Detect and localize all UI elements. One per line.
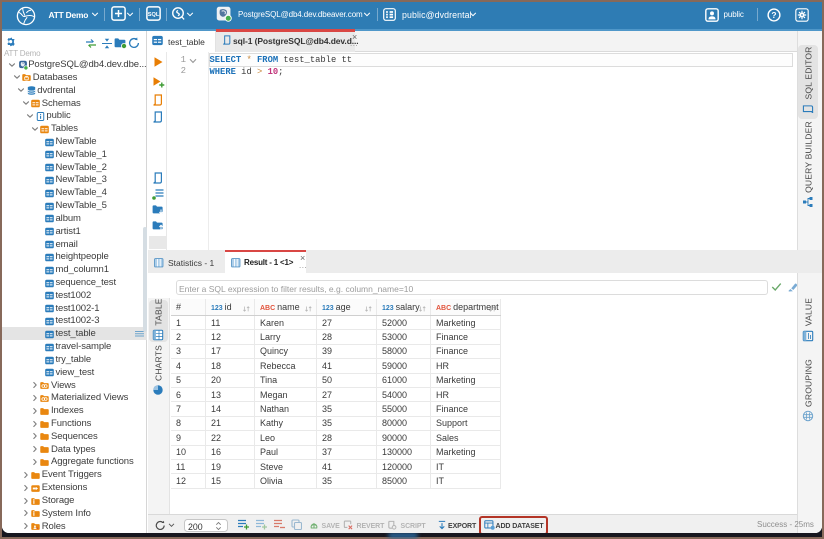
svg-text:?: ? <box>771 10 776 20</box>
svg-text:SQL: SQL <box>148 12 160 18</box>
